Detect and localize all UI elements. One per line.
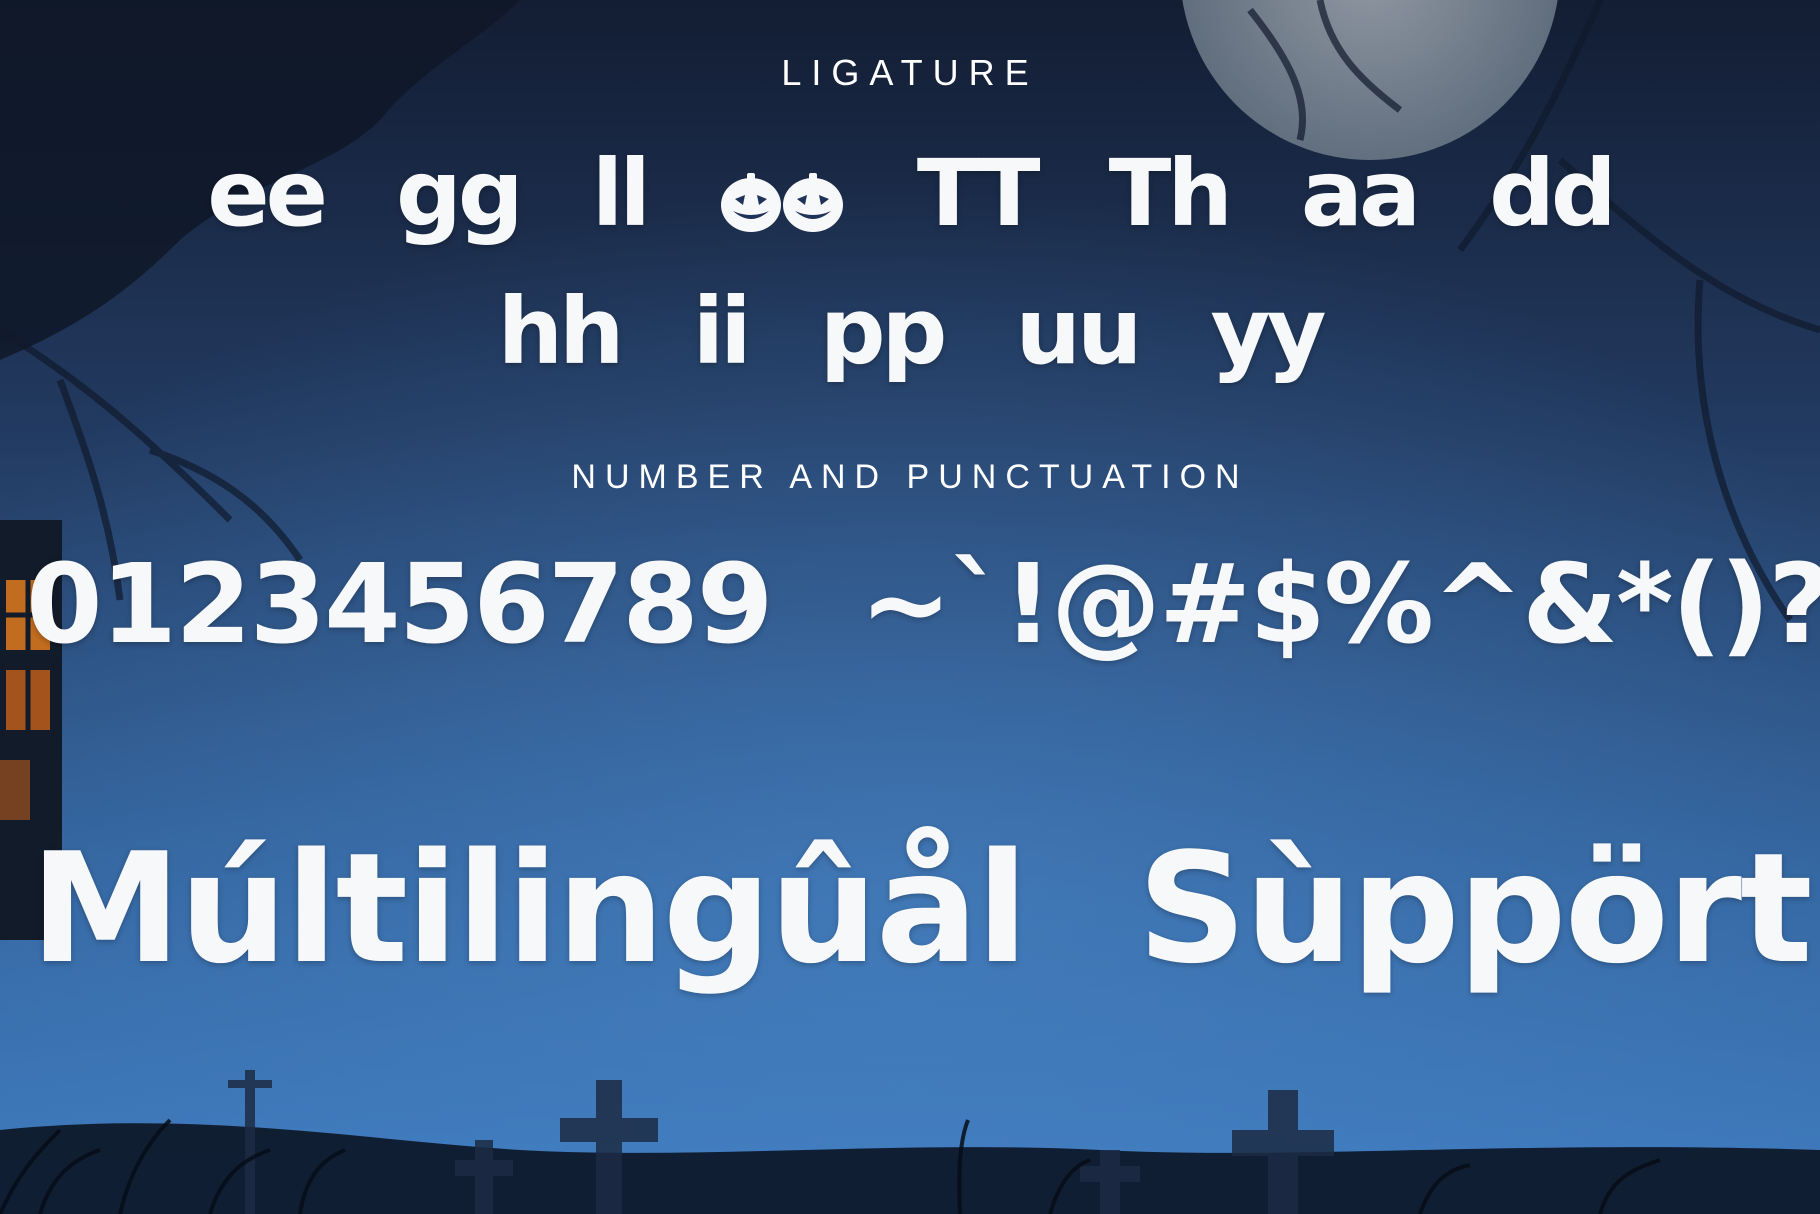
ligature-row-1: ee gg ll TT Th aa dd (0, 140, 1820, 247)
ligature-Th: Th (1108, 140, 1233, 247)
showcase-word-2: Sùppört (1137, 820, 1812, 997)
numbers-heading: NUMBER AND PUNCTUATION (571, 458, 1249, 496)
multilingual-showcase: Múltilingûål Sùppört (0, 820, 1820, 997)
digit-set: 0123456789 (26, 540, 773, 668)
ligature-heading: LIGATURE (781, 52, 1039, 93)
ligature-yy: yy (1210, 278, 1326, 385)
ligature-TT: TT (916, 140, 1041, 247)
showcase-word-1: Múltilingûål (30, 820, 1028, 997)
pumpkin-icon (720, 172, 843, 232)
ligature-ee: ee (207, 140, 328, 247)
punctuation-set: ~`!@#$%^&*()? (859, 540, 1820, 668)
ligature-ll: ll (591, 140, 651, 247)
font-specimen: LIGATURE ee gg ll TT Th aa dd hh ii pp u… (0, 0, 1820, 1214)
ligature-gg: gg (396, 140, 524, 247)
ligature-row-2: hh ii pp uu yy (0, 278, 1820, 385)
ligature-pp: pp (819, 278, 948, 385)
ligature-ii: ii (692, 278, 752, 385)
ligature-uu: uu (1015, 278, 1142, 385)
ligature-aa: aa (1300, 140, 1421, 247)
ligature-hh: hh (497, 278, 625, 385)
ligature-pumpkins (719, 165, 845, 235)
ligature-dd: dd (1489, 140, 1617, 247)
numbers-punctuation-row: 0123456789 ~`!@#$%^&*()? (0, 540, 1820, 668)
